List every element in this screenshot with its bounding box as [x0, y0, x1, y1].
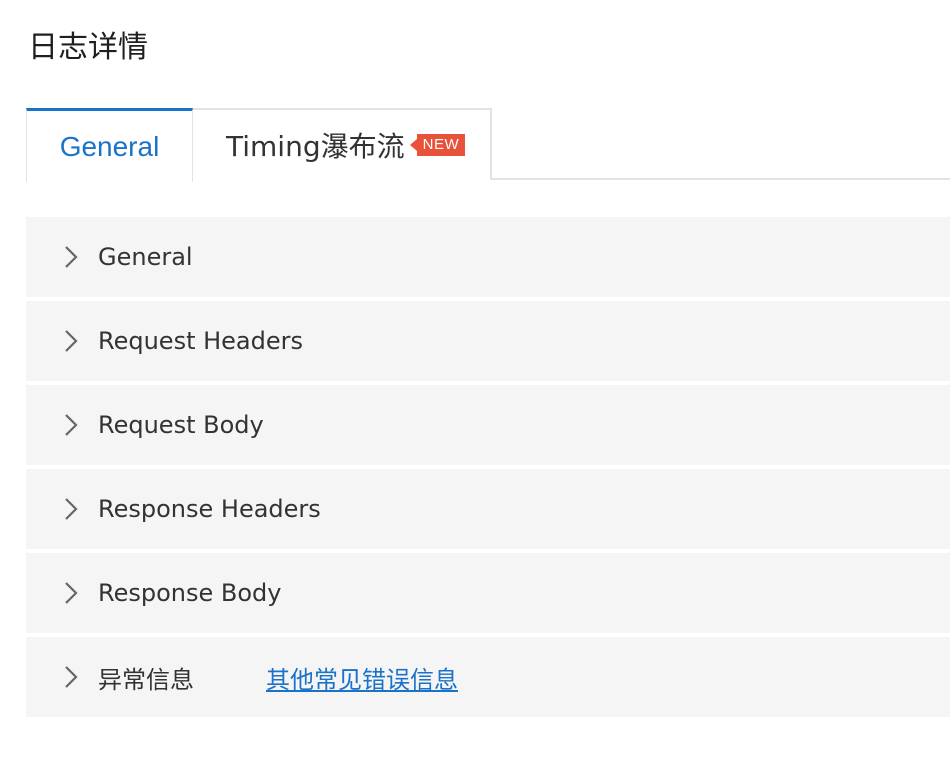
- panel-label: 异常信息: [98, 665, 194, 694]
- panel-label: Request Body: [98, 411, 264, 439]
- new-badge: NEW: [409, 134, 466, 156]
- panel-exception-info[interactable]: 异常信息 其他常见错误信息: [26, 637, 950, 717]
- chevron-right-icon: [65, 246, 78, 268]
- chevron-right-icon: [65, 582, 78, 604]
- tab-timing-waterfall[interactable]: Timing瀑布流 NEW: [193, 108, 492, 180]
- panel-label: Request Headers: [98, 327, 304, 355]
- tab-timing-label: Timing瀑布流: [226, 130, 405, 163]
- tab-bar: General Timing瀑布流 NEW: [26, 108, 950, 182]
- page-title: 日志详情: [28, 30, 148, 65]
- chevron-right-icon: [65, 414, 78, 436]
- log-detail-panels: General Request Headers Request Body Res…: [26, 217, 950, 721]
- tab-general-label: General: [59, 130, 160, 162]
- panel-response-headers[interactable]: Response Headers: [26, 469, 950, 549]
- panel-label: General: [98, 243, 193, 271]
- panel-label: Response Body: [98, 579, 282, 607]
- panel-label: Response Headers: [98, 495, 321, 523]
- panel-request-body[interactable]: Request Body: [26, 385, 950, 465]
- chevron-right-icon: [65, 330, 78, 352]
- chevron-right-icon: [65, 498, 78, 520]
- tab-general[interactable]: General: [26, 108, 193, 182]
- panel-general[interactable]: General: [26, 217, 950, 297]
- chevron-right-icon: [65, 666, 78, 688]
- panel-response-body[interactable]: Response Body: [26, 553, 950, 633]
- common-errors-link[interactable]: 其他常见错误信息: [266, 660, 458, 695]
- panel-request-headers[interactable]: Request Headers: [26, 301, 950, 381]
